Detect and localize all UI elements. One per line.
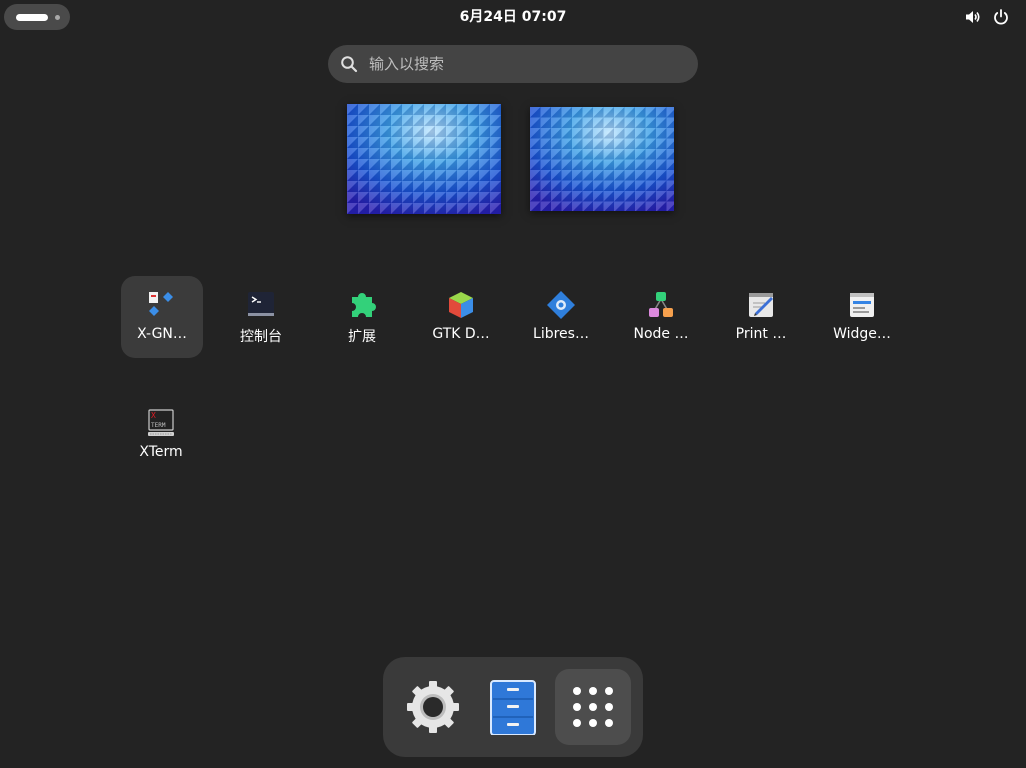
volume-icon[interactable] — [964, 8, 982, 26]
app-libreoffice[interactable]: Libres… — [520, 276, 602, 358]
app-xterm[interactable]: X TERM XTerm — [120, 394, 202, 476]
app-print[interactable]: Print … — [720, 276, 802, 358]
app-label: 扩展 — [348, 329, 376, 345]
search-input[interactable]: 输入以搜索 — [328, 45, 698, 83]
app-x-gnome[interactable]: X-GN… — [121, 276, 203, 358]
xterm-icon: X TERM — [145, 407, 177, 439]
app-label: X-GN… — [137, 326, 187, 342]
libreoffice-icon — [545, 289, 577, 321]
app-widget[interactable]: Widge… — [821, 276, 903, 358]
top-bar: 6月24日 07:07 — [0, 0, 1026, 33]
dock-show-apps[interactable] — [555, 669, 631, 745]
extensions-icon — [346, 289, 378, 321]
workspace-indicator-inactive — [55, 15, 60, 20]
app-console[interactable]: 控制台 — [220, 276, 302, 358]
dock-settings[interactable] — [395, 669, 471, 745]
widget-icon — [846, 289, 878, 321]
app-node[interactable]: Node … — [620, 276, 702, 358]
workspace-thumbnail-2[interactable] — [530, 107, 674, 211]
app-gtk-demo[interactable]: GTK D… — [420, 276, 502, 358]
workspace-indicator-active — [16, 14, 48, 21]
gear-icon — [407, 681, 459, 733]
app-grid-icon — [573, 687, 613, 727]
svg-text:X: X — [151, 411, 156, 420]
app-label: Node … — [633, 326, 689, 342]
power-icon[interactable] — [992, 8, 1010, 26]
app-label: Widge… — [833, 326, 891, 342]
clock[interactable]: 6月24日 07:07 — [413, 4, 613, 30]
search-placeholder: 输入以搜索 — [369, 55, 445, 73]
app-label: Libres… — [533, 326, 589, 342]
app-label: GTK D… — [432, 326, 490, 342]
gtk-demo-icon — [445, 289, 477, 321]
app-label: Print … — [735, 326, 787, 342]
app-label: XTerm — [139, 444, 183, 460]
console-icon — [245, 289, 277, 321]
workspace-thumbnail-1[interactable] — [347, 104, 501, 214]
wallpaper-image — [530, 107, 674, 211]
dock — [383, 657, 643, 757]
x-gnome-icon — [146, 289, 178, 321]
svg-text:TERM: TERM — [151, 422, 166, 429]
wallpaper-image — [347, 104, 501, 214]
dock-files[interactable] — [475, 669, 551, 745]
node-icon — [645, 289, 677, 321]
app-extensions[interactable]: 扩展 — [321, 276, 403, 358]
app-label: 控制台 — [240, 329, 282, 345]
print-icon — [745, 289, 777, 321]
overview-screen: 6月24日 07:07 输入以搜索 X-GN… 控制台 扩展 GTK D… Li… — [0, 0, 1026, 768]
search-icon — [340, 55, 358, 73]
file-cabinet-icon — [490, 680, 536, 735]
activities-button[interactable] — [4, 4, 70, 30]
